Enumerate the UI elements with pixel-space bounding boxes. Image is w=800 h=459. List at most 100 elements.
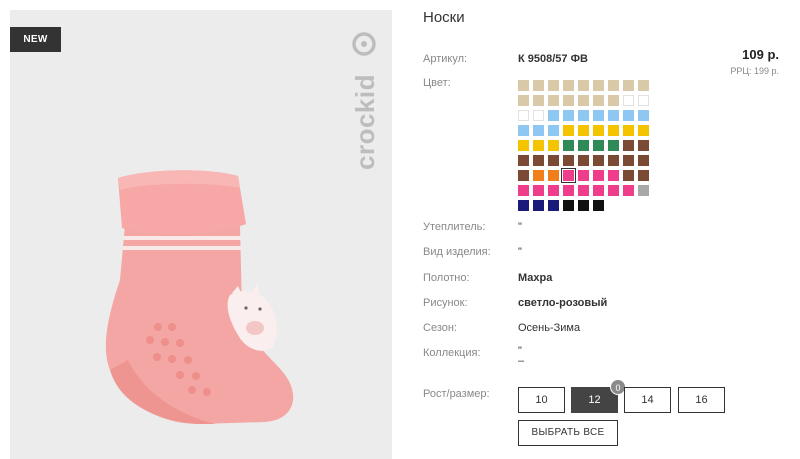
color-swatch[interactable]: [623, 110, 634, 121]
color-swatch[interactable]: [518, 155, 529, 166]
color-swatch[interactable]: [623, 80, 634, 91]
color-swatch[interactable]: [593, 185, 604, 196]
color-swatch[interactable]: [563, 95, 574, 106]
spec-value-fabric: Махра: [518, 272, 553, 284]
color-swatch[interactable]: [608, 185, 619, 196]
color-swatch[interactable]: [533, 95, 544, 106]
color-swatch[interactable]: [548, 170, 559, 181]
color-swatch[interactable]: [578, 140, 589, 151]
color-swatch[interactable]: [638, 80, 649, 91]
color-swatch[interactable]: [533, 155, 544, 166]
color-swatch[interactable]: [608, 110, 619, 121]
color-swatch[interactable]: [593, 140, 604, 151]
color-swatch[interactable]: [593, 170, 604, 181]
color-swatch[interactable]: [608, 170, 619, 181]
color-swatch[interactable]: [518, 185, 529, 196]
color-swatch[interactable]: [623, 140, 634, 151]
color-swatch[interactable]: [518, 170, 529, 181]
color-swatch[interactable]: [548, 140, 559, 151]
spec-value-type: ": [518, 246, 522, 258]
color-swatch[interactable]: [518, 200, 529, 211]
color-swatch[interactable]: [563, 155, 574, 166]
color-swatch[interactable]: [638, 185, 649, 196]
rrp-price: РРЦ: 199 р.: [730, 66, 779, 76]
color-swatch[interactable]: [578, 125, 589, 136]
spec-label-type: Вид изделия:: [423, 246, 491, 258]
color-swatch[interactable]: [533, 80, 544, 91]
color-swatch[interactable]: [548, 110, 559, 121]
color-swatch[interactable]: [638, 155, 649, 166]
color-swatch[interactable]: [548, 125, 559, 136]
color-swatch[interactable]: [638, 125, 649, 136]
color-swatch[interactable]: [638, 140, 649, 151]
color-swatch[interactable]: [578, 80, 589, 91]
color-swatch[interactable]: [518, 140, 529, 151]
brand-logo: crockid: [350, 32, 380, 170]
color-swatch[interactable]: [608, 95, 619, 106]
sock-illustration: [105, 170, 294, 424]
color-swatch[interactable]: [593, 80, 604, 91]
color-swatch[interactable]: [533, 170, 544, 181]
color-swatch[interactable]: [593, 125, 604, 136]
color-swatch[interactable]: [548, 95, 559, 106]
color-swatch[interactable]: [593, 110, 604, 121]
spec-value-pattern: светло-розовый: [518, 297, 608, 309]
color-swatch[interactable]: [593, 200, 604, 211]
color-swatch[interactable]: [608, 125, 619, 136]
color-swatch[interactable]: [563, 110, 574, 121]
color-swatch[interactable]: [623, 125, 634, 136]
color-swatch[interactable]: [608, 80, 619, 91]
color-swatch[interactable]: [563, 185, 574, 196]
color-swatch[interactable]: [561, 168, 576, 183]
price: 109 р.: [742, 47, 779, 62]
color-swatch[interactable]: [518, 95, 529, 106]
color-swatch[interactable]: [578, 95, 589, 106]
color-swatch[interactable]: [578, 200, 589, 211]
color-swatch[interactable]: [533, 200, 544, 211]
color-swatch[interactable]: [593, 155, 604, 166]
color-swatch[interactable]: [608, 140, 619, 151]
color-swatch[interactable]: [578, 185, 589, 196]
color-swatch[interactable]: [578, 155, 589, 166]
color-swatch[interactable]: [518, 125, 529, 136]
color-swatch[interactable]: [563, 140, 574, 151]
spec-label-pattern: Рисунок:: [423, 297, 468, 309]
color-swatch[interactable]: [533, 185, 544, 196]
color-swatch[interactable]: [548, 185, 559, 196]
color-swatch[interactable]: [623, 155, 634, 166]
spec-label-season: Сезон:: [423, 322, 457, 334]
color-swatch[interactable]: [623, 185, 634, 196]
color-swatch[interactable]: [518, 80, 529, 91]
color-swatch[interactable]: [608, 155, 619, 166]
color-swatch[interactable]: [533, 125, 544, 136]
spec-label-insulation: Утеплитель:: [423, 221, 486, 233]
color-swatch[interactable]: [563, 200, 574, 211]
select-all-button[interactable]: ВЫБРАТЬ ВСЕ: [518, 420, 618, 446]
size-option-16[interactable]: 16: [678, 387, 725, 413]
color-swatch[interactable]: [533, 110, 544, 121]
color-swatch[interactable]: [638, 170, 649, 181]
color-swatch[interactable]: [548, 155, 559, 166]
color-swatch[interactable]: [638, 95, 649, 106]
color-swatch[interactable]: [563, 80, 574, 91]
spec-value-season: Осень-Зима: [518, 322, 581, 334]
color-swatch[interactable]: [563, 125, 574, 136]
color-swatch[interactable]: [578, 110, 589, 121]
color-swatch[interactable]: [548, 200, 559, 211]
color-swatch[interactable]: [533, 140, 544, 151]
color-swatch[interactable]: [593, 95, 604, 106]
article-label: Артикул:: [423, 53, 468, 65]
color-swatch[interactable]: [548, 80, 559, 91]
article-value: К 9508/57 ФВ: [518, 53, 588, 65]
product-title: Носки: [423, 9, 465, 26]
color-swatch[interactable]: [638, 110, 649, 121]
product-image[interactable]: NEW crockid: [10, 10, 392, 459]
color-swatch[interactable]: [623, 95, 634, 106]
svg-text:crockid: crockid: [350, 74, 380, 170]
color-swatch[interactable]: [518, 110, 529, 121]
color-swatch[interactable]: [578, 170, 589, 181]
size-option-14[interactable]: 14: [624, 387, 671, 413]
size-option-10[interactable]: 10: [518, 387, 565, 413]
color-swatch[interactable]: [623, 170, 634, 181]
spec-value-collection-extra: –: [518, 355, 525, 367]
